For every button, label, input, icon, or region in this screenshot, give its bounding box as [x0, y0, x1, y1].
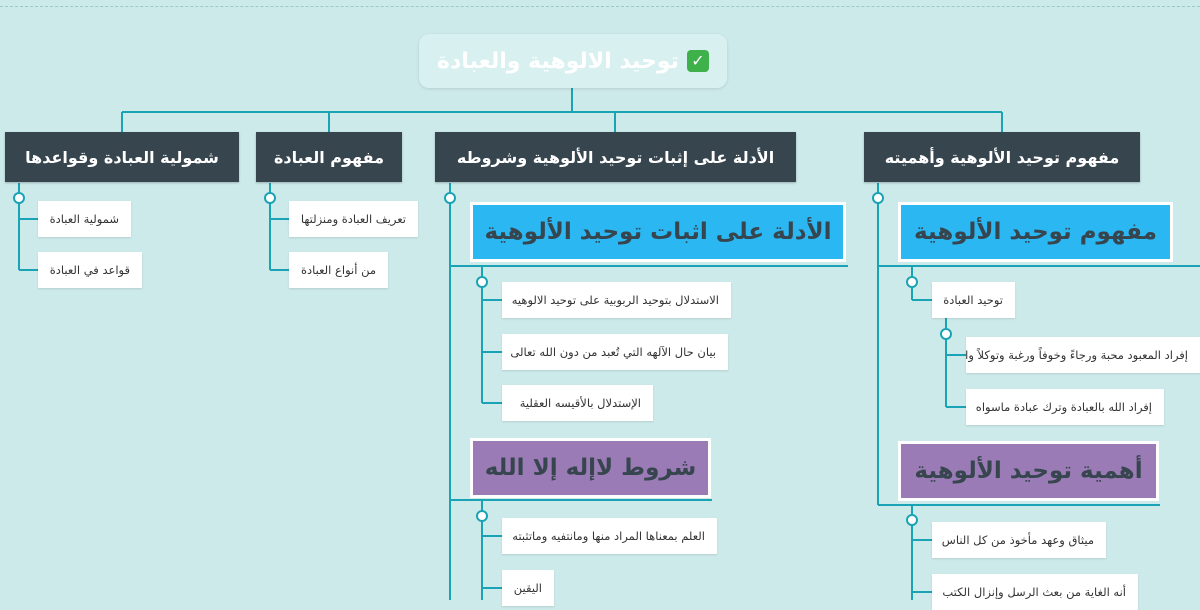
branch-adilla[interactable]: الأدلة على إثبات توحيد الألوهية وشروطه — [435, 132, 796, 182]
root-title: توحيد الالوهية والعبادة — [437, 48, 679, 74]
leaf-anwa-ibada[interactable]: من أنواع العبادة — [289, 252, 388, 288]
box-ahamiya-uluhiya[interactable]: أهمية توحيد الألوهية — [898, 441, 1159, 501]
leaf-aqyisa-aqliya[interactable]: الإستدلال بالأقيسه العقلية — [502, 385, 653, 421]
leaf-ilm[interactable]: العلم بمعناها المراد منها ومانتفيه وماتث… — [502, 518, 717, 554]
leaf-ifrad-allah[interactable]: إفراد الله بالعبادة وترك عبادة ماسواه — [966, 389, 1164, 425]
branch-shumuliya[interactable]: شمولية العبادة وقواعدها — [5, 132, 239, 182]
leaf-ifrad-mabud[interactable]: إفراد المعبود محبة ورجاءً وخوفاً ورغبة و… — [966, 337, 1200, 373]
check-mark-icon: ✓ — [686, 50, 709, 72]
leaf-tarif-ibada[interactable]: تعريف العبادة ومنزلتها — [289, 201, 418, 237]
leaf-tawhid-ibada[interactable]: توحيد العبادة — [932, 282, 1015, 318]
branch-mafhum-uluhiya[interactable]: مفهوم توحيد الألوهية وأهميته — [864, 132, 1140, 182]
leaf-bayan-aliha[interactable]: بيان حال الآلهه التي تُعبد من دون الله ت… — [502, 334, 728, 370]
leaf-ghaya-rusul[interactable]: أنه الغاية من بعث الرسل وإنزال الكتب — [932, 574, 1138, 610]
branch-mafhum-ibada[interactable]: مفهوم العبادة — [256, 132, 402, 182]
root-node[interactable]: توحيد الالوهية والعبادة ✓ — [419, 34, 727, 88]
box-shurut[interactable]: شروط لاإله إلا الله — [470, 438, 711, 498]
leaf-istidlal-rububiya[interactable]: الاستدلال بتوحيد الربوبية على توحيد الال… — [502, 282, 731, 318]
box-adilla-ithbat[interactable]: الأدلة على اثبات توحيد الألوهية — [470, 202, 846, 262]
leaf-yaqin[interactable]: اليقين — [502, 570, 554, 606]
leaf-shumuliya-ibada[interactable]: شمولية العبادة — [38, 201, 131, 237]
leaf-mithaq[interactable]: ميثاق وعهد مأخوذ من كل الناس — [932, 522, 1106, 558]
leaf-qawaid-ibada[interactable]: قواعد في العبادة — [38, 252, 142, 288]
box-mafhum-uluhiya[interactable]: مفهوم توحيد الألوهية — [898, 202, 1173, 262]
